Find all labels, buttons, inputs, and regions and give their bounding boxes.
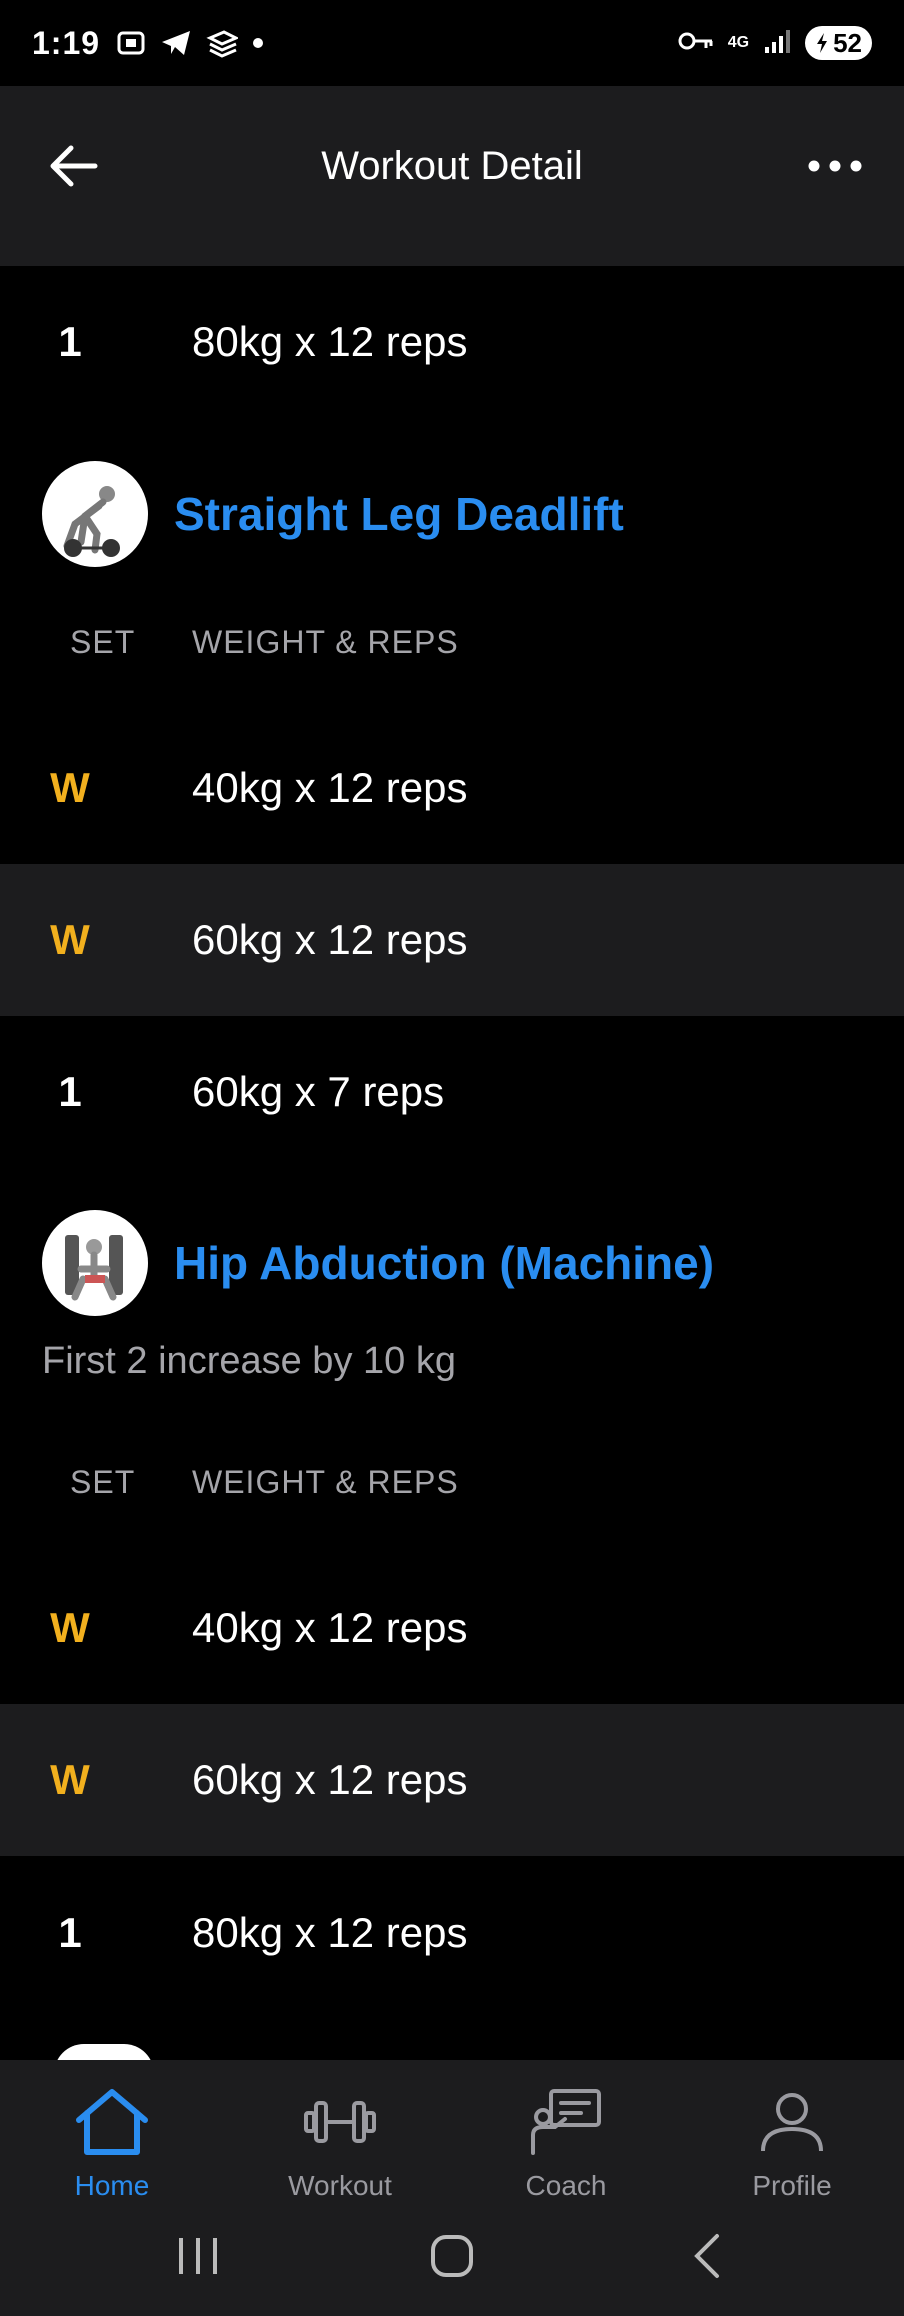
set-row: W 40kg x 12 reps: [0, 1552, 904, 1704]
set-number: W: [50, 764, 90, 811]
set-weight-reps: 60kg x 12 reps: [192, 1756, 468, 1803]
set-row: 1 80kg x 12 reps: [0, 266, 904, 418]
set-number: 1: [58, 1068, 82, 1115]
column-weight-label: WEIGHT & REPS: [192, 1464, 459, 1500]
set-number: W: [50, 1604, 90, 1651]
exercise-thumbnail: [42, 1210, 148, 1316]
recent-apps-button[interactable]: [138, 2196, 258, 2316]
column-set-label: SET: [70, 624, 136, 660]
dumbbell-icon: [304, 2101, 376, 2143]
set-number: 1: [58, 1909, 82, 1956]
network-label: 4G: [727, 34, 750, 51]
exercise-name[interactable]: Hip Abduction (Machine): [174, 1236, 714, 1290]
system-navigation: [0, 2196, 904, 2316]
recent-apps-icon: [179, 2238, 217, 2274]
set-weight-reps: 60kg x 7 reps: [192, 1068, 445, 1115]
status-bar: 1:19 4G 52: [0, 0, 904, 86]
dot-icon: [252, 37, 264, 49]
vpn-key-icon: [678, 29, 714, 58]
set-number: 1: [58, 318, 82, 365]
set-row: 1 60kg x 7 reps: [0, 1016, 904, 1168]
column-weight-label: WEIGHT & REPS: [192, 624, 459, 660]
set-row: W 40kg x 12 reps: [0, 712, 904, 864]
exercise-header[interactable]: Straight Leg Deadlift: [0, 454, 904, 574]
notification-icons: [116, 28, 264, 58]
exercise-name[interactable]: Straight Leg Deadlift: [174, 487, 624, 541]
home-circle-icon: [431, 2235, 473, 2277]
battery-indicator: 52: [805, 26, 872, 60]
exercise-header[interactable]: Hip Abduction (Machine): [0, 1203, 904, 1323]
home-system-button[interactable]: [392, 2196, 512, 2316]
battery-level: 52: [833, 27, 862, 58]
app-header: Workout Detail: [0, 86, 904, 266]
exercise-note: First 2 increase by 10 kg: [42, 1340, 456, 1382]
more-horizontal-icon: [808, 160, 862, 172]
column-header: SET WEIGHT & REPS: [0, 1464, 904, 1524]
set-number: W: [50, 1756, 90, 1803]
telegram-icon: [160, 28, 192, 58]
column-set-label: SET: [70, 1464, 136, 1500]
back-system-button[interactable]: [646, 2196, 766, 2316]
screenshot-icon: [116, 28, 146, 58]
chevron-left-icon: [694, 2234, 719, 2278]
more-options-button[interactable]: [800, 136, 870, 196]
page-title: Workout Detail: [321, 144, 583, 188]
set-weight-reps: 40kg x 12 reps: [192, 1604, 468, 1651]
column-header: SET WEIGHT & REPS: [0, 624, 904, 684]
home-icon: [76, 2089, 148, 2155]
set-weight-reps: 60kg x 12 reps: [192, 916, 468, 963]
set-weight-reps: 40kg x 12 reps: [192, 764, 468, 811]
signal-icon: [763, 27, 791, 60]
set-row: W 60kg x 12 reps: [0, 864, 904, 1016]
profile-icon: [761, 2093, 823, 2152]
set-number: W: [50, 916, 90, 963]
coach-icon: [531, 2089, 601, 2155]
set-weight-reps: 80kg x 12 reps: [192, 1909, 468, 1956]
set-row: W 60kg x 12 reps: [0, 1704, 904, 1856]
app-icon: [206, 28, 239, 58]
set-weight-reps: 80kg x 12 reps: [192, 318, 468, 365]
status-time: 1:19: [32, 24, 101, 61]
set-row: 1 80kg x 12 reps: [0, 1857, 904, 2009]
exercise-thumbnail: [42, 461, 148, 567]
